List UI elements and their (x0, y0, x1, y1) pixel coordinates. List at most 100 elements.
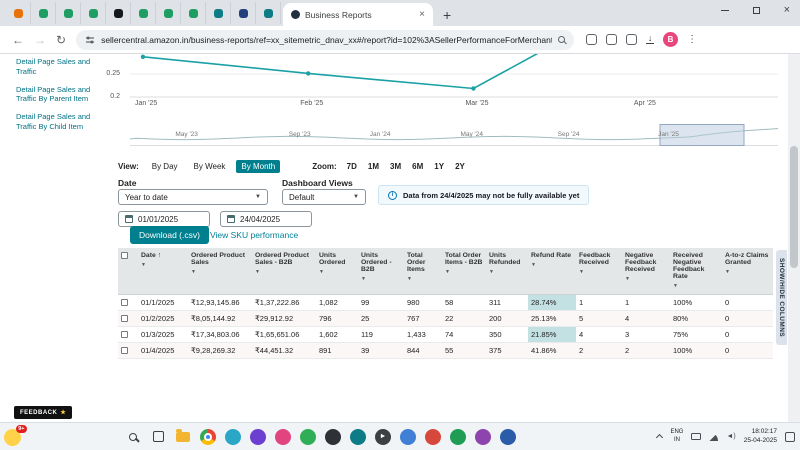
column-header-units-ordered[interactable]: Units Ordered▼ (316, 248, 358, 294)
volume-icon[interactable]: ◄) (726, 433, 735, 440)
taskbar-media-play-icon[interactable]: ► (375, 429, 391, 445)
taskbar-app-green-icon[interactable] (300, 429, 316, 445)
browser-tab-9[interactable] (206, 2, 231, 24)
view-sku-performance-link[interactable]: View SKU performance (210, 230, 298, 240)
taskbar-app-navy-icon[interactable] (500, 429, 516, 445)
window-close-icon[interactable]: × (784, 5, 790, 16)
taskbar-start-icon[interactable] (100, 429, 116, 445)
row-checkbox[interactable] (121, 315, 128, 322)
taskbar-app-violet-icon[interactable] (475, 429, 491, 445)
browser-tab-2[interactable] (31, 2, 56, 24)
view-option-by-day[interactable]: By Day (147, 160, 183, 173)
clock[interactable]: 18:02:17 25-04-2025 (744, 428, 777, 445)
taskbar-chrome-icon[interactable] (200, 429, 216, 445)
network-icon[interactable] (709, 432, 718, 441)
view-option-by-month[interactable]: By Month (236, 160, 280, 173)
taskbar-app-pink-icon[interactable] (275, 429, 291, 445)
browser-tab-10[interactable] (231, 2, 256, 24)
dashboard-views-select[interactable]: Default ▼ (282, 189, 366, 205)
browser-tab-8[interactable] (181, 2, 206, 24)
zoom-option-6m[interactable]: 6M (410, 160, 425, 173)
browser-tab-5[interactable] (106, 2, 131, 24)
chart-point[interactable] (471, 86, 475, 90)
column-header-units-refunded[interactable]: Units Refunded▼ (486, 248, 528, 294)
taskbar-app-teal-icon[interactable] (350, 429, 366, 445)
column-filter-caret-icon[interactable]: ▼ (361, 276, 401, 282)
download-icon[interactable]: ↓ (646, 35, 654, 44)
row-checkbox[interactable] (121, 331, 128, 338)
taskbar-edge-icon[interactable] (225, 429, 241, 445)
browser-tab-1[interactable] (6, 2, 31, 24)
page-scrollbar[interactable] (788, 54, 800, 422)
taskbar-app-blue-icon[interactable] (400, 429, 416, 445)
chart-point[interactable] (141, 55, 145, 59)
browser-tab-3[interactable] (56, 2, 81, 24)
taskbar-task-view-icon[interactable] (150, 429, 166, 445)
column-header-total-order-items[interactable]: Total Order Items▼ (404, 248, 442, 294)
navigator-selection[interactable] (660, 125, 744, 146)
select-all-checkbox[interactable] (121, 252, 128, 259)
taskbar-file-explorer-icon[interactable] (175, 429, 191, 445)
column-header-received-negative-feedback-rate[interactable]: Received Negative Feedback Rate▼ (670, 248, 722, 294)
taskbar-app-red-icon[interactable] (425, 429, 441, 445)
extensions-puzzle-icon[interactable] (606, 34, 617, 45)
language-indicator[interactable]: ENG IN (670, 429, 683, 443)
date-to-input[interactable]: 24/04/2025 (220, 211, 312, 227)
forward-icon[interactable]: → (34, 34, 46, 46)
back-icon[interactable]: ← (12, 34, 24, 46)
column-header-units-ordered-b2b[interactable]: Units Ordered - B2B▼ (358, 248, 404, 294)
taskbar-app-purple-icon[interactable] (250, 429, 266, 445)
chat-notification-bubble[interactable]: 9+ (4, 429, 21, 446)
address-input[interactable]: sellercentral.amazon.in/business-reports… (76, 30, 574, 50)
refresh-icon[interactable]: ↻ (56, 34, 66, 46)
browser-tab-4[interactable] (81, 2, 106, 24)
column-filter-caret-icon[interactable]: ▼ (725, 269, 770, 275)
notification-center-icon[interactable] (785, 432, 795, 442)
column-header-feedback-received[interactable]: Feedback Received▼ (576, 248, 622, 294)
browser-tab-7[interactable] (156, 2, 181, 24)
column-header-ordered-product-sales-b2b[interactable]: Ordered Product Sales - B2B▼ (252, 248, 316, 294)
browser-tab-11[interactable] (256, 2, 281, 24)
zoom-option-7d[interactable]: 7D (345, 160, 359, 173)
tab-close-icon[interactable]: × (419, 9, 425, 20)
date-from-input[interactable]: 01/01/2025 (118, 211, 210, 227)
menu-kebab-icon[interactable]: ⋮ (687, 34, 697, 45)
column-filter-caret-icon[interactable]: ▼ (531, 262, 573, 268)
column-header-date[interactable]: Date ↑▼ (138, 248, 188, 294)
column-filter-caret-icon[interactable]: ▼ (141, 262, 185, 268)
column-header-negative-feedback-received[interactable]: Negative Feedback Received▼ (622, 248, 670, 294)
active-tab[interactable]: Business Reports × (283, 3, 433, 26)
feedback-button[interactable]: FEEDBACK ★ (14, 406, 72, 419)
zoom-page-icon[interactable] (558, 36, 565, 43)
column-header-total-order-items-b2b[interactable]: Total Order Items - B2B▼ (442, 248, 486, 294)
keyboard-icon[interactable] (691, 433, 701, 440)
column-header-a-to-z-claims-granted[interactable]: A-to-z Claims Granted▼ (722, 248, 773, 294)
column-header-ordered-product-sales[interactable]: Ordered Product Sales▼ (188, 248, 252, 294)
row-checkbox[interactable] (121, 299, 128, 306)
column-filter-caret-icon[interactable]: ▼ (489, 269, 525, 275)
column-filter-caret-icon[interactable]: ▼ (625, 276, 667, 282)
chart-navigator[interactable] (130, 124, 778, 148)
show-hide-columns-tab[interactable]: SHOW/HIDE COLUMNS (776, 250, 787, 345)
profile-avatar[interactable]: B (663, 32, 678, 47)
row-checkbox[interactable] (121, 347, 128, 354)
zoom-option-2y[interactable]: 2Y (453, 160, 467, 173)
column-filter-caret-icon[interactable]: ▼ (445, 269, 483, 275)
extension-icon-2[interactable] (626, 34, 637, 45)
site-info-icon[interactable] (85, 35, 95, 45)
new-tab-button[interactable]: + (443, 7, 451, 23)
window-maximize-icon[interactable] (753, 7, 760, 14)
column-filter-caret-icon[interactable]: ▼ (255, 269, 313, 275)
column-header-refund-rate[interactable]: Refund Rate▼ (528, 248, 576, 294)
zoom-option-1y[interactable]: 1Y (432, 160, 446, 173)
zoom-option-3m[interactable]: 3M (388, 160, 403, 173)
column-filter-caret-icon[interactable]: ▼ (579, 269, 619, 275)
zoom-option-1m[interactable]: 1M (366, 160, 381, 173)
taskbar-search-icon[interactable] (125, 429, 141, 445)
column-filter-caret-icon[interactable]: ▼ (673, 283, 719, 289)
view-option-by-week[interactable]: By Week (189, 160, 231, 173)
date-range-select[interactable]: Year to date ▼ (118, 189, 268, 205)
tray-expand-icon[interactable] (656, 434, 663, 441)
window-minimize-icon[interactable] (721, 10, 729, 12)
column-filter-caret-icon[interactable]: ▼ (407, 276, 439, 282)
